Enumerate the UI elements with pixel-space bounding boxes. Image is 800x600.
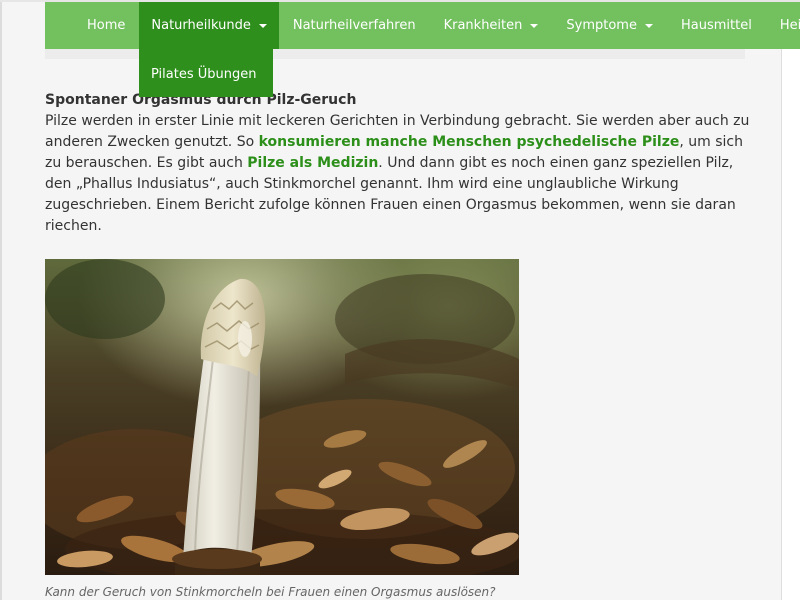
main-navigation: Home Naturheilkunde Naturheilverfahren K… [45, 2, 800, 49]
nav-item-label: Heilpra [779, 18, 800, 33]
page: Home Naturheilkunde Naturheilverfahren K… [0, 0, 800, 600]
nav-item-label: Krankheiten [443, 18, 523, 33]
nav-item-symptome[interactable]: Symptome [552, 2, 667, 49]
nav-item-label: Naturheilkunde [151, 18, 251, 33]
stinkhorn-mushroom-photo [45, 259, 519, 575]
nav-item-label: Naturheilverfahren [292, 18, 416, 33]
article-section: Spontaner Orgasmus durch Pilz-Geruch Pil… [45, 90, 757, 237]
window-left-edge [0, 0, 2, 600]
link-pilze-als-medizin[interactable]: Pilze als Medizin [247, 155, 378, 171]
image-caption: Kann der Geruch von Stinkmorcheln bei Fr… [45, 585, 496, 599]
nav-item-naturheilkunde[interactable]: Naturheilkunde [139, 2, 279, 49]
caret-down-icon [530, 24, 539, 28]
nav-item-naturheilverfahren[interactable]: Naturheilverfahren [279, 2, 430, 49]
nav-item-heilpraktiker[interactable]: Heilpra [766, 2, 800, 49]
caret-down-icon [258, 24, 267, 28]
nav-item-label: Hausmittel [680, 18, 752, 33]
nav-item-hausmittel[interactable]: Hausmittel [667, 2, 766, 49]
nav-item-home[interactable]: Home [45, 2, 139, 49]
caret-down-icon [644, 24, 653, 28]
nav-item-krankheiten[interactable]: Krankheiten [430, 2, 553, 49]
link-psychedelische-pilze[interactable]: konsumieren manche Menschen psychedelisc… [259, 134, 680, 150]
nav-item-label: Symptome [566, 18, 637, 33]
article-paragraph: Pilze werden in erster Linie mit leckere… [45, 111, 757, 237]
naturheilkunde-dropdown-menu: Pilates Übungen [139, 49, 273, 97]
dropdown-item-pilates[interactable]: Pilates Übungen [151, 67, 256, 82]
nav-item-label: Home [87, 18, 126, 33]
